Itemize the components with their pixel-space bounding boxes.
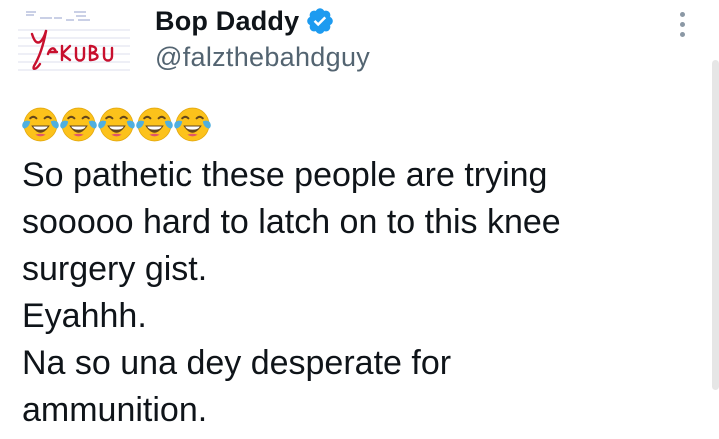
tweet-text-line: Na so una dey desperate for <box>22 344 452 382</box>
face-with-tears-of-joy-icon <box>60 106 97 143</box>
tweet-text-line: Eyahhh. <box>22 297 147 335</box>
author-name-row: Bop Daddy <box>155 4 335 38</box>
face-with-tears-of-joy-icon <box>22 106 59 143</box>
face-with-tears-of-joy-icon <box>98 106 135 143</box>
more-options-button[interactable] <box>664 4 700 44</box>
tweet-text-line: surgery gist. <box>22 250 208 288</box>
scrollbar[interactable] <box>712 60 719 390</box>
avatar[interactable] <box>18 6 130 82</box>
tweet-text-line: So pathetic these people are trying <box>22 156 548 194</box>
face-with-tears-of-joy-icon <box>174 106 211 143</box>
more-options-icon <box>679 31 685 37</box>
avatar-logo <box>18 11 130 71</box>
more-options-icon <box>679 11 685 17</box>
more-options-icon <box>679 21 685 27</box>
scrollbar-thumb[interactable] <box>712 60 719 390</box>
verified-badge-icon[interactable] <box>305 6 335 36</box>
tweet-text-line: ammunition. <box>22 391 208 429</box>
tweet-text: So pathetic these people are trying sooo… <box>22 152 682 434</box>
emoji-row <box>22 104 211 144</box>
tweet: Bop Daddy @falzthebahdguy So pathetic th… <box>0 0 719 439</box>
face-with-tears-of-joy-icon <box>136 106 173 143</box>
tweet-text-line: sooooo hard to latch on to this knee <box>22 203 561 241</box>
author-handle[interactable]: @falzthebahdguy <box>155 42 370 73</box>
author-display-name[interactable]: Bop Daddy <box>155 6 299 37</box>
